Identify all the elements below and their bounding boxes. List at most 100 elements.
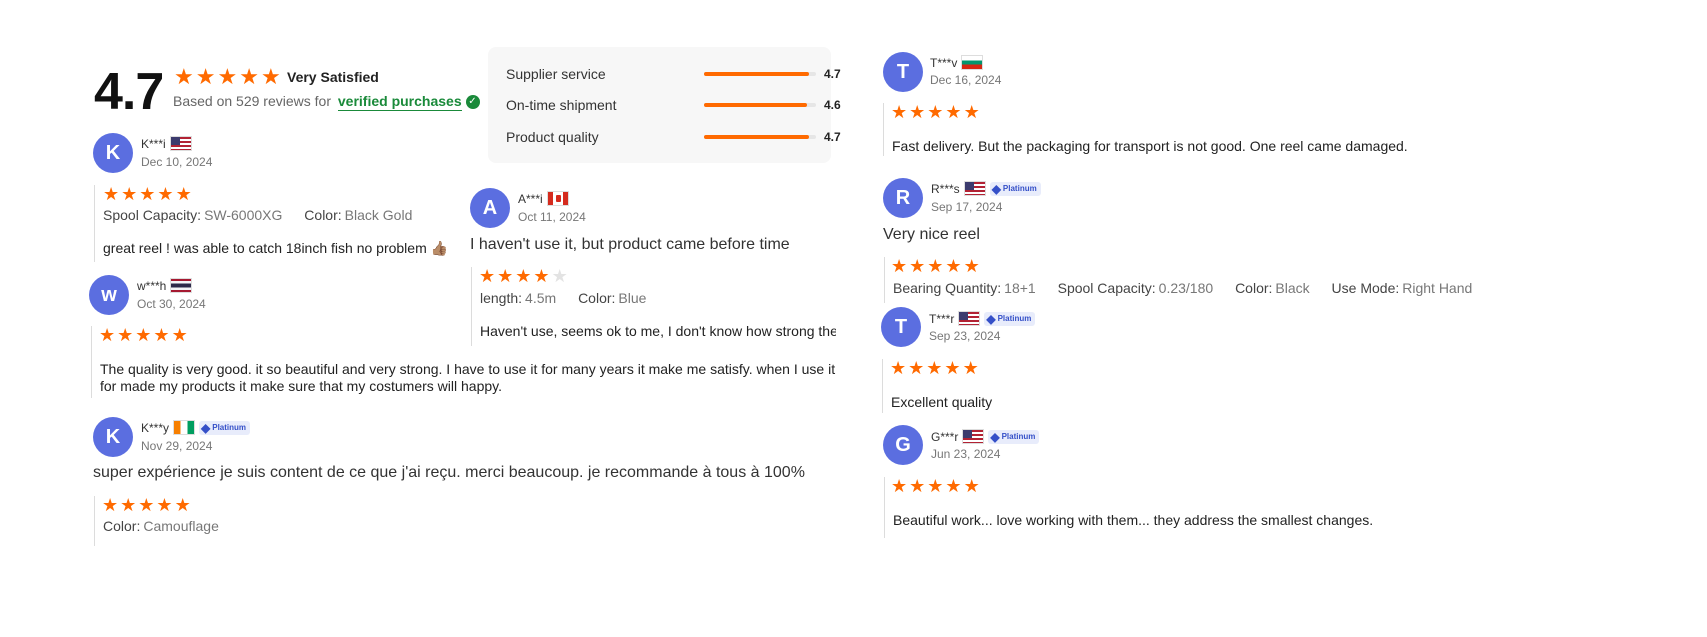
metric-value: 4.6 xyxy=(824,98,841,112)
star-icon: ★ xyxy=(99,325,116,345)
us-flag-icon xyxy=(963,181,986,196)
review-attributes: Color: Camouflage xyxy=(103,518,219,534)
avatar: w xyxy=(89,275,129,315)
reviewer-name: T***r ◆ Platinum xyxy=(929,311,1036,326)
star-icon: ★ xyxy=(945,256,962,276)
star-icon: ★ xyxy=(891,256,908,276)
star-icon: ★ xyxy=(890,358,907,378)
star-icon: ★ xyxy=(945,102,962,122)
star-icon: ★ xyxy=(963,102,980,122)
platinum-badge: ◆ Platinum xyxy=(984,311,1036,326)
reviewer-name: A***i xyxy=(518,191,569,206)
attr-key: Color: xyxy=(578,290,616,306)
reviewer-name-text: T***v xyxy=(930,55,958,70)
review-stars: ★ ★ ★ ★ ★ xyxy=(890,359,979,377)
badge-label: Platinum xyxy=(1002,184,1037,193)
us-flag-icon xyxy=(962,429,985,444)
canada-flag-icon xyxy=(546,191,569,206)
star-icon: ★ xyxy=(171,325,188,345)
reviewer-name: w***h xyxy=(137,278,193,293)
attr-key: Color: xyxy=(304,207,342,223)
review-text-content: Haven't use, seems ok to me, I don't kno… xyxy=(480,323,836,339)
attr-value: Blue xyxy=(618,290,647,306)
star-icon: ★ xyxy=(945,476,962,496)
review-headline: super expérience je suis content de ce q… xyxy=(93,464,805,481)
review-date: Sep 17, 2024 xyxy=(931,200,1003,214)
review-date: Nov 29, 2024 xyxy=(141,439,213,453)
platinum-badge: ◆ Platinum xyxy=(989,181,1041,196)
review-stars: ★ ★ ★ ★ ★ xyxy=(102,496,191,514)
reviewer-name-text: R***s xyxy=(931,181,960,196)
metric-value: 4.7 xyxy=(824,130,841,144)
review-text: The quality is very good. it so beautifu… xyxy=(100,361,835,395)
diamond-icon: ◆ xyxy=(986,311,996,326)
review-date: Oct 11, 2024 xyxy=(518,210,586,224)
avatar: T xyxy=(881,307,921,347)
star-icon: ★ xyxy=(138,495,155,515)
star-icon: ★ xyxy=(533,266,550,286)
star-icon: ★ xyxy=(962,358,979,378)
reviewer-name: K***i xyxy=(141,136,192,151)
metric-value: 4.7 xyxy=(824,67,841,81)
star-icon: ★ xyxy=(927,102,944,122)
verified-purchases-link[interactable]: verified purchases xyxy=(337,93,462,111)
avatar: K xyxy=(93,417,133,457)
attr-key: Color: xyxy=(103,518,141,534)
rating-metrics-panel: Supplier service 4.7 On-time shipment 4.… xyxy=(488,47,841,163)
review-stars: ★ ★ ★ ★ ★ xyxy=(891,257,980,275)
metric-label: On-time shipment xyxy=(506,97,617,113)
metric-bar xyxy=(704,135,816,139)
avatar: R xyxy=(883,178,923,218)
attr-key: length: xyxy=(480,290,523,306)
star-icon: ★ xyxy=(157,184,174,204)
star-icon: ★ xyxy=(944,358,961,378)
attr-value: 0.23/180 xyxy=(1158,280,1214,296)
attr-value: Camouflage xyxy=(143,518,219,534)
star-icon: ★ xyxy=(174,495,191,515)
satisfaction-label: Very Satisfied xyxy=(287,69,379,85)
bulgaria-flag-icon xyxy=(961,55,984,70)
reviewer-name: K***y ◆ Platinum xyxy=(141,420,251,435)
attr-value: Right Hand xyxy=(1402,280,1473,296)
review-date: Oct 30, 2024 xyxy=(137,297,206,311)
star-icon: ★ xyxy=(174,64,194,89)
avatar: G xyxy=(883,425,923,465)
review-text: Fast delivery. But the packaging for tra… xyxy=(892,138,1408,154)
metric-label: Product quality xyxy=(506,129,599,145)
star-icon: ★ xyxy=(927,476,944,496)
avatar: K xyxy=(93,133,133,173)
review-date: Jun 23, 2024 xyxy=(931,447,1001,461)
star-icon: ★ xyxy=(891,102,908,122)
attr-key: Bearing Quantity: xyxy=(893,280,1002,296)
diamond-icon: ◆ xyxy=(201,420,211,435)
metric-row: Supplier service 4.7 xyxy=(506,66,841,82)
reviewer-name-text: K***y xyxy=(141,420,170,435)
review-attributes: Bearing Quantity: 18+1 Spool Capacity: 0.2… xyxy=(893,280,1472,296)
attr-key: Color: xyxy=(1235,280,1273,296)
review-text: great reel ! was able to catch 18inch fi… xyxy=(103,240,449,256)
star-icon: ★ xyxy=(497,266,514,286)
star-icon: ★ xyxy=(139,184,156,204)
review-attributes: length: 4.5m Color: Blue xyxy=(480,290,646,306)
us-flag-icon xyxy=(169,136,192,151)
reviewer-name-text: A***i xyxy=(518,191,543,206)
review-stars: ★ ★ ★ ★ ★ xyxy=(99,326,188,344)
star-icon: ★ xyxy=(217,64,238,89)
avatar: A xyxy=(470,188,510,228)
star-icon: ★ xyxy=(195,64,216,89)
reviewer-name-text: K***i xyxy=(141,136,166,151)
star-icon: ★ xyxy=(909,102,926,122)
star-icon: ★ xyxy=(963,476,980,496)
reviews-count-text: Based on 529 reviews for xyxy=(173,93,331,109)
metric-label: Supplier service xyxy=(506,66,606,82)
avatar: T xyxy=(883,52,923,92)
review-attributes: Spool Capacity: SW-6000XG Color: Black Gol… xyxy=(103,207,412,223)
ivory-coast-flag-icon xyxy=(173,420,196,435)
attr-value: SW-6000XG xyxy=(204,207,283,223)
star-icon: ★ xyxy=(175,184,192,204)
star-icon: ★ xyxy=(551,266,568,286)
review-text-line: The quality is very good. it so beautifu… xyxy=(100,361,836,377)
badge-label: Platinum xyxy=(997,314,1032,323)
reviewer-name: T***v xyxy=(930,55,984,70)
star-icon: ★ xyxy=(239,64,259,89)
